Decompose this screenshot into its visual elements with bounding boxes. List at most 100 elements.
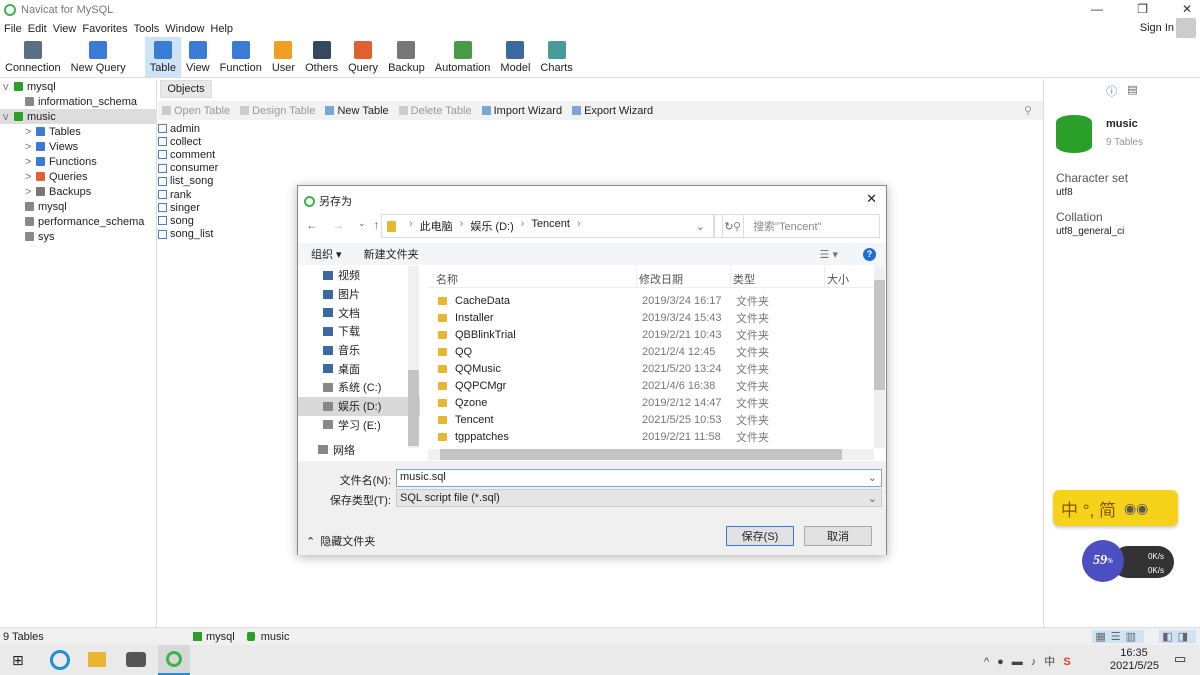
tree-item-queries[interactable]: > Queries [0,169,156,184]
clock[interactable]: 16:35 2021/5/25 [1110,647,1159,673]
file-row[interactable]: QQPCMgr 2021/4/6 16:38 文件夹 [438,377,769,394]
toolbar-view-button[interactable]: View [181,37,215,77]
system-tray-icons[interactable]: ^●▬♪中S [984,653,1079,669]
table-item[interactable]: consumer [158,162,218,175]
tree-item-tables[interactable]: > Tables [0,124,156,139]
export-wizard-button[interactable]: Export Wizard [572,105,658,117]
column-header-name[interactable]: 名称 [436,271,458,287]
new-table-button[interactable]: New Table [325,105,393,117]
ime-toolbar[interactable]: 中 °, 简 ◉◉ [1053,490,1178,526]
recent-dropdown[interactable]: ⌄ [358,218,366,232]
tree-item-backups[interactable]: > Backups [0,184,156,199]
table-item[interactable]: collect [158,135,218,148]
breadcrumb-item[interactable]: Tencent [531,218,570,234]
file-row[interactable]: Tencent 2021/5/25 10:53 文件夹 [438,411,769,428]
start-button[interactable]: ⊞ [12,652,24,669]
column-header-date[interactable]: 修改日期 [639,271,683,287]
back-button[interactable]: ← [306,218,318,232]
table-item[interactable]: rank [158,188,218,201]
tree-item-performance_schema[interactable]: performance_schema [0,214,156,229]
nav-item[interactable]: 娱乐 (D:) [298,396,420,416]
breadcrumb-separator[interactable]: › [460,218,464,234]
file-row[interactable]: QQMusic 2021/5/20 13:24 文件夹 [438,360,769,377]
toolbar-connection-button[interactable]: Connection [0,37,66,77]
search-input[interactable]: ⚲ 搜索"Tencent" [722,214,880,238]
camera-icon[interactable] [126,652,146,667]
toolbar-backup-button[interactable]: Backup [383,37,430,77]
file-row[interactable]: CacheData 2019/3/24 16:17 文件夹 [438,292,769,309]
toolbar-model-button[interactable]: Model [495,37,535,77]
menu-tools[interactable]: Tools [134,23,160,35]
tree-item-mysql[interactable]: v mysql [0,79,156,94]
breadcrumb-separator[interactable]: › [577,218,581,234]
browser-icon[interactable] [50,650,70,670]
expand-arrow-icon[interactable]: > [25,156,36,168]
file-row[interactable]: tgppatches 2019/2/21 11:58 文件夹 [438,428,769,445]
table-item[interactable]: song_list [158,228,218,241]
view-mode-buttons[interactable]: ▦☰▥ [1092,630,1144,643]
nav-item[interactable]: 下载 [298,322,420,341]
sign-in-link[interactable]: Sign In [1140,22,1174,34]
maximize-button[interactable]: ❐ [1137,2,1148,16]
close-button[interactable]: ✕ [1182,2,1192,16]
toolbar-user-button[interactable]: User [267,37,300,77]
navicat-taskbar-button[interactable] [158,645,190,675]
menu-view[interactable]: View [53,23,77,35]
save-button[interactable]: 保存(S) [726,526,794,546]
view-options-icon[interactable]: ☰ ▾ [820,248,838,261]
minimize-button[interactable]: — [1091,2,1103,16]
menu-favorites[interactable]: Favorites [82,23,127,35]
expand-arrow-icon[interactable]: > [25,126,36,138]
filename-input[interactable]: music.sql ⌄ [396,469,882,487]
nav-item[interactable]: 系统 (C:) [298,378,420,397]
menu-window[interactable]: Window [165,23,204,35]
breadcrumb-separator[interactable]: › [521,218,525,234]
toolbar-charts-button[interactable]: Charts [535,37,577,77]
menu-help[interactable]: Help [210,23,233,35]
nav-item[interactable]: 网络 [298,440,420,459]
column-header-type[interactable]: 类型 [733,271,755,287]
toolbar-function-button[interactable]: Function [215,37,267,77]
expand-arrow-icon[interactable]: v [3,81,14,93]
tree-item-mysql[interactable]: mysql [0,199,156,214]
file-row[interactable]: Qzone 2019/2/12 14:47 文件夹 [438,394,769,411]
file-row[interactable]: QQ 2021/2/4 12:45 文件夹 [438,343,769,360]
nav-scrollbar[interactable] [408,266,419,448]
nav-item[interactable]: 文档 [298,303,420,322]
nav-item[interactable]: 桌面 [298,359,420,378]
expand-arrow-icon[interactable]: > [25,141,36,153]
tree-item-music[interactable]: v music [0,109,156,124]
table-item[interactable]: song [158,214,218,227]
file-row[interactable]: QBBlinkTrial 2019/2/21 10:43 文件夹 [438,326,769,343]
toolbar-automation-button[interactable]: Automation [430,37,496,77]
menu-file[interactable]: File [4,23,22,35]
network-speed-widget[interactable]: 0K/s 0K/s 59% [1080,540,1176,582]
import-wizard-button[interactable]: Import Wizard [481,105,567,117]
nav-item[interactable]: 图片 [298,285,420,304]
file-list-hscrollbar[interactable] [428,449,874,460]
tab-objects[interactable]: Objects [160,80,212,98]
cancel-button[interactable]: 取消 [804,526,872,546]
file-list-vscrollbar[interactable] [874,266,885,448]
design-table-button[interactable]: Design Table [240,105,320,117]
help-icon[interactable]: ? [863,247,876,261]
expand-arrow-icon[interactable]: > [25,186,36,198]
info-icon[interactable]: ⓘ [1106,83,1117,99]
expand-arrow-icon[interactable]: > [25,171,36,183]
column-header-size[interactable]: 大小 [827,271,849,287]
filetype-select[interactable]: SQL script file (*.sql) ⌄ [396,489,882,507]
delete-table-button[interactable]: Delete Table [398,105,477,117]
panel-toggle-buttons[interactable]: ◧◨ [1159,630,1196,643]
table-item[interactable]: comment [158,148,218,161]
nav-item[interactable]: 视频 [298,266,420,285]
table-item[interactable]: singer [158,201,218,214]
open-table-button[interactable]: Open Table [162,105,235,117]
tree-item-sys[interactable]: sys [0,229,156,244]
search-icon[interactable]: ⚲ [1024,104,1032,117]
hide-folders-toggle[interactable]: ⌃ 隐藏文件夹 [306,533,375,549]
toolbar-query-button[interactable]: Query [343,37,383,77]
tree-item-functions[interactable]: > Functions [0,154,156,169]
forward-button[interactable]: → [332,218,344,232]
breadcrumb-item[interactable]: 娱乐 (D:) [470,218,513,234]
file-row[interactable]: Installer 2019/3/24 15:43 文件夹 [438,309,769,326]
